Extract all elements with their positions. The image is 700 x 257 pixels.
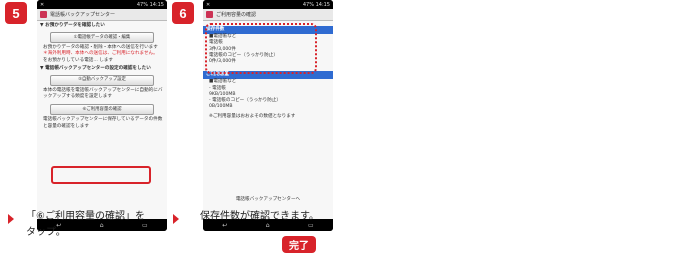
usage-check-button[interactable]: ⑥ご利用容量の確認 — [50, 104, 154, 116]
usage-note: ※ご利用容量はおおよその数値となります — [209, 114, 296, 120]
done-badge: 完了 — [282, 236, 316, 253]
description-text: 電話帳バックアップセンターに保存しているデータの件数と容量の確認をします — [43, 117, 163, 129]
phone-screenshot-step6: ✕ 47% 14:15 ご利用容量の確認 保存件数 ■電話帳など 電話帳 3件/… — [203, 0, 333, 231]
phone-screenshot-step5: ✕ 47% 14:15 電話帳バックアップセンター ▼ お預かりデータを確認した… — [37, 0, 167, 231]
step5-caption: 「⑥ご利用容量の確認」を タップ。 — [26, 209, 156, 240]
caption-line: タップ。 — [26, 226, 66, 238]
app-icon — [206, 11, 213, 18]
status-info: 47% 14:15 — [302, 1, 330, 8]
usage-line: 0B/100MB — [209, 104, 233, 110]
back-to-center-link[interactable]: 電話帳バックアップセンターへ — [203, 197, 333, 203]
status-bar: ✕ 47% 14:15 — [37, 0, 167, 9]
description-text: 本体の電話帳を電話帳バックアップセンターに自動的にバックアップする頻度を設定しま… — [43, 87, 163, 100]
next-arrow-icon — [8, 214, 14, 224]
app-screen: ▼ お預かりデータを確認したい ①電話帳データの確認・編集 お預かりデータの確認… — [37, 21, 167, 219]
notification-icon: ✕ — [206, 1, 211, 8]
saved-count-highlight — [205, 23, 317, 74]
app-title-bar: 電話帳バックアップセンター — [37, 9, 167, 21]
status-bar: ✕ 47% 14:15 — [203, 0, 333, 9]
step6-caption: 保存件数が確認できます。 — [200, 211, 319, 222]
app-title: ご利用容量の確認 — [216, 12, 257, 18]
caption-line: 「⑥ご利用容量の確認」を — [26, 211, 145, 222]
status-info: 47% 14:15 — [136, 1, 164, 8]
app-title: 電話帳バックアップセンター — [50, 12, 116, 18]
usage-button-highlight — [51, 166, 151, 184]
auto-backup-button[interactable]: ⑤自動バックアップ設定 — [50, 74, 154, 86]
contact-data-button[interactable]: ①電話帳データの確認・編集 — [50, 32, 154, 44]
notification-icon: ✕ — [40, 1, 45, 8]
app-title-bar: ご利用容量の確認 — [203, 9, 333, 21]
step-number-badge: 6 — [172, 2, 194, 24]
warning-text: ＊海外利用時、本体への送信は、ご利用になれません。 — [43, 51, 158, 57]
section-heading: ▼ 電話帳バックアップセンターの設定の確認をしたい — [40, 65, 151, 71]
section-heading: ▼ お預かりデータを確認したい — [40, 23, 105, 28]
next-arrow-icon — [173, 214, 179, 224]
app-icon — [40, 11, 47, 18]
step-number-badge: 5 — [5, 2, 27, 24]
